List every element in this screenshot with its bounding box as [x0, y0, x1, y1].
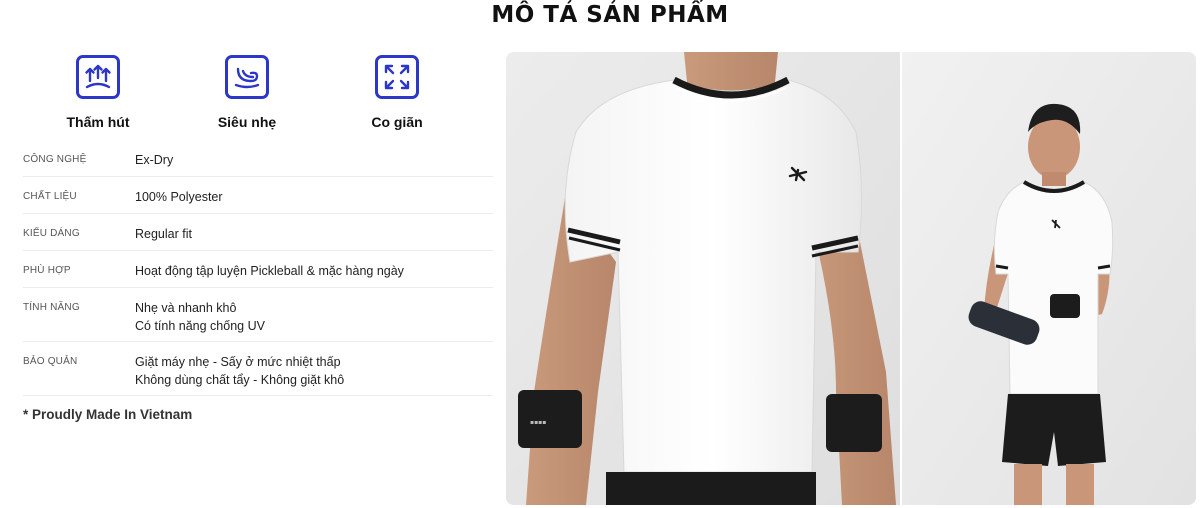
spec-row-fit: KIỂU DÁNG Regular fit — [23, 214, 493, 251]
lightweight-icon — [225, 55, 269, 99]
spec-row-care: BẢO QUẢN Giặt máy nhẹ - Sấy ở mức nhiệt … — [23, 342, 493, 396]
feature-label: Siêu nhẹ — [217, 114, 277, 130]
svg-text:▪▪▪▪: ▪▪▪▪ — [530, 419, 546, 426]
spec-row-technology: CÔNG NGHỆ Ex-Dry — [23, 140, 493, 177]
made-in-note: * Proudly Made In Vietnam — [23, 407, 193, 422]
feature-lightweight: Siêu nhẹ — [182, 55, 312, 130]
moisture-wicking-icon — [76, 55, 120, 99]
spec-row-material: CHẤT LIỆU 100% Polyester — [23, 177, 493, 214]
section-title: MÔ TẢ SẢN PHẨM — [491, 2, 729, 28]
spec-value: Ex-Dry — [135, 153, 174, 167]
spec-row-features: TÍNH NĂNG Nhẹ và nhanh khô Có tính năng … — [23, 288, 493, 342]
product-photo-closeup: ▪▪▪▪ — [506, 52, 900, 505]
feature-label: Thấm hút — [66, 114, 130, 130]
spec-key: PHÙ HỢP — [23, 265, 71, 276]
feature-moisture-wicking: Thấm hút — [33, 55, 163, 130]
feature-label: Co giãn — [371, 114, 423, 130]
spec-value: Regular fit — [135, 227, 192, 241]
spec-key: KIỂU DÁNG — [23, 228, 80, 239]
spec-key: BẢO QUẢN — [23, 356, 78, 367]
spec-table: CÔNG NGHỆ Ex-Dry CHẤT LIỆU 100% Polyeste… — [23, 140, 493, 396]
spec-value: Hoạt động tập luyện Pickleball & mặc hàn… — [135, 264, 404, 278]
spec-key: CHẤT LIỆU — [23, 191, 77, 202]
spec-value: 100% Polyester — [135, 190, 223, 204]
spec-key: TÍNH NĂNG — [23, 302, 80, 313]
product-photo-model — [902, 52, 1196, 505]
spec-value: Có tính năng chống UV — [135, 319, 265, 333]
spec-key: CÔNG NGHỆ — [23, 154, 87, 165]
spec-value: Nhẹ và nhanh khô — [135, 301, 237, 315]
spec-row-suitable-for: PHÙ HỢP Hoạt động tập luyện Pickleball &… — [23, 251, 493, 288]
feature-stretch: Co giãn — [332, 55, 462, 130]
stretch-icon — [375, 55, 419, 99]
spec-value: Giặt máy nhẹ - Sấy ở mức nhiệt thấp — [135, 355, 341, 369]
spec-value: Không dùng chất tẩy - Không giặt khô — [135, 373, 345, 387]
